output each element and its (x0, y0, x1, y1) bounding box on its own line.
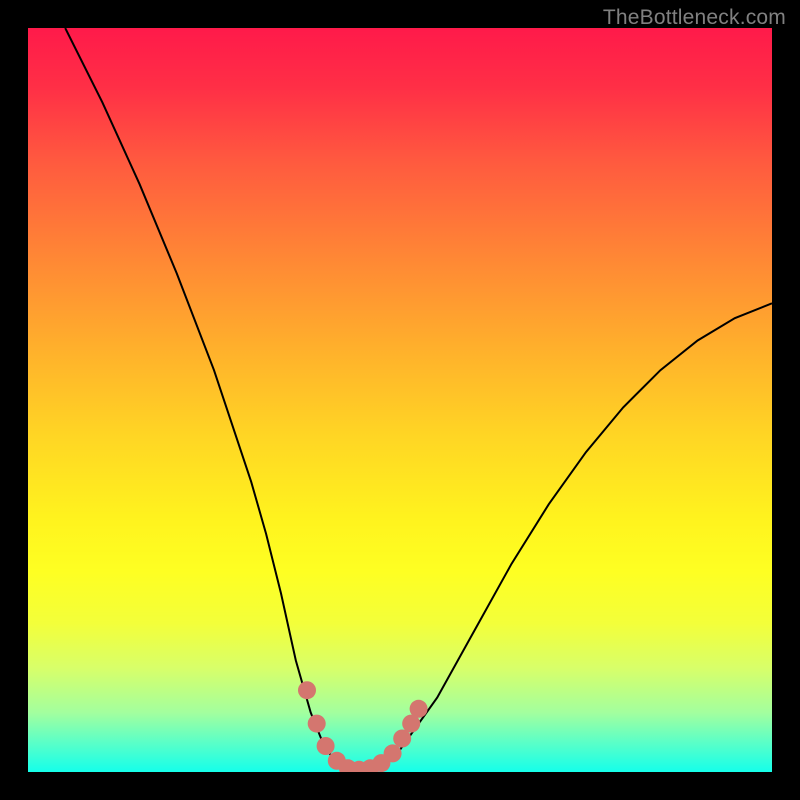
chart-plot-area (28, 28, 772, 772)
curve-path (65, 28, 772, 772)
marker-dot (384, 744, 402, 762)
marker-dot (317, 737, 335, 755)
watermark-text: TheBottleneck.com (603, 6, 786, 30)
marker-dot (308, 715, 326, 733)
highlight-markers (298, 681, 428, 772)
marker-dot (298, 681, 316, 699)
bottleneck-curve (65, 28, 772, 772)
marker-dot (393, 730, 411, 748)
chart-svg (28, 28, 772, 772)
marker-dot (410, 700, 428, 718)
